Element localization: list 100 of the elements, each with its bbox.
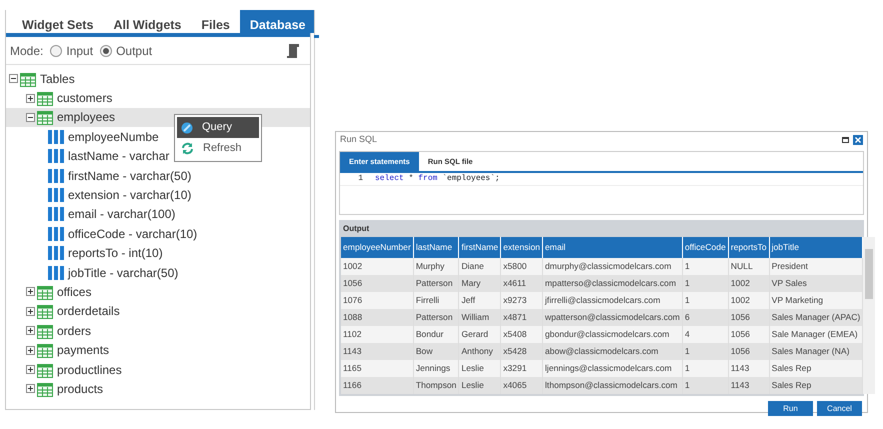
collapse-icon[interactable] [9, 74, 18, 84]
table-cell: Bondur [413, 326, 459, 344]
expand-icon[interactable] [26, 306, 35, 316]
tree-item[interactable]: firstName - varchar(50) [6, 166, 192, 186]
column-header[interactable]: firstName [458, 237, 501, 258]
dialog-title: Run SQL [340, 133, 378, 146]
table-cell: jfirrelli@classicmodelcars.com [542, 292, 682, 310]
panel-tab[interactable]: Database [240, 10, 316, 33]
menu-item[interactable]: Query [177, 117, 259, 138]
column-header[interactable]: extension [500, 237, 543, 258]
table-cell: Patterson [413, 309, 459, 326]
table-cell: Mary [458, 275, 501, 292]
line-number: 1 [357, 173, 364, 186]
tree-item[interactable]: customers [6, 88, 112, 108]
column-icon [48, 128, 64, 145]
code-line: select * from `employees`; [375, 173, 500, 186]
table-cell: Sales Rep [769, 377, 863, 394]
column-header[interactable]: employeeNumber [341, 237, 414, 258]
column-header[interactable]: reportsTo [728, 237, 770, 258]
radio-label: Output [116, 42, 152, 60]
table-cell: Anthony [458, 343, 501, 360]
scrollbar[interactable] [863, 237, 876, 394]
dialog-button[interactable]: Cancel [817, 401, 862, 416]
panel-tab[interactable]: All Widgets [103, 10, 192, 33]
tree-item[interactable]: orders [6, 321, 92, 340]
table-cell: 1088 [341, 309, 414, 326]
column-header[interactable]: jobTitle [769, 237, 863, 258]
tree-item[interactable]: Tables [6, 69, 75, 88]
expand-icon[interactable] [26, 326, 35, 336]
panel-tab[interactable]: Files [191, 10, 240, 33]
expand-icon[interactable] [26, 384, 35, 394]
table-cell: x5428 [500, 343, 543, 360]
table-cell: Diane [458, 258, 501, 276]
table-icon [37, 342, 53, 358]
column-header[interactable]: lastName [413, 237, 459, 258]
table-cell: abow@classicmodelcars.com [542, 343, 682, 360]
tree-item[interactable]: offices [6, 282, 92, 302]
mode-label: Mode: [10, 42, 44, 60]
radio-button[interactable] [100, 44, 112, 56]
table-cell: x4611 [500, 275, 543, 292]
menu-item[interactable]: Refresh [177, 138, 259, 159]
radio-button[interactable] [50, 44, 62, 56]
refresh-icon [181, 142, 194, 155]
table-cell: Sales Rep [769, 360, 863, 378]
tree-item[interactable]: extension - varchar(10) [6, 185, 192, 205]
table-cell: 1 [682, 258, 728, 276]
table-cell: mpatterso@classicmodelcars.com [542, 275, 682, 292]
column-icon [48, 226, 64, 242]
tree-item[interactable]: reportsTo - int(10) [6, 244, 163, 263]
table-cell: 1166 [341, 377, 414, 394]
expand-icon[interactable] [26, 287, 35, 296]
column-header[interactable]: email [542, 237, 682, 258]
table-icon [37, 362, 53, 378]
table-cell: Gerard [458, 326, 501, 344]
column-header[interactable]: officeCode [682, 237, 728, 258]
table-cell: dmurphy@classicmodelcars.com [542, 258, 682, 276]
table-cell: William [458, 309, 501, 326]
table-cell: Leslie [458, 377, 501, 394]
tree-item[interactable]: lastName - varchar [6, 146, 170, 166]
tree-item[interactable]: officeCode - varchar(10) [6, 224, 198, 244]
table-cell: 6 [682, 309, 728, 326]
table-cell: Firrelli [413, 292, 459, 310]
panel-tab[interactable]: Widget Sets [12, 10, 104, 33]
expand-icon[interactable] [26, 365, 35, 374]
table-cell: x3291 [500, 360, 543, 378]
tree-item[interactable]: employeeNumbe [6, 127, 159, 147]
tree-item[interactable]: orderdetails [6, 302, 120, 322]
output-label: Output [342, 222, 370, 235]
expand-icon[interactable] [26, 94, 35, 103]
tree-item[interactable]: jobTitle - varchar(50) [6, 262, 178, 282]
table-cell: 1076 [341, 292, 414, 310]
table-cell: 1 [682, 343, 728, 360]
table-cell: 1002 [728, 292, 770, 310]
table-icon [37, 303, 53, 320]
table-cell: wpatterson@classicmodelcars.com [542, 309, 682, 326]
column-icon [48, 245, 64, 262]
expand-icon[interactable] [26, 346, 35, 355]
table-cell: Leslie [458, 360, 501, 378]
table-cell: 1143 [728, 360, 770, 378]
table-cell: 1143 [341, 343, 414, 360]
dialog-button[interactable]: Run [768, 401, 813, 416]
code-editor[interactable]: 1 select * from `employees`; [340, 173, 863, 214]
table-cell: VP Sales [769, 275, 863, 292]
table-cell: x4065 [500, 377, 543, 394]
close-icon[interactable] [853, 135, 863, 145]
tree-item[interactable]: payments [6, 340, 110, 360]
tree-item[interactable]: email - varchar(100) [6, 204, 176, 224]
tree-item[interactable]: products [6, 379, 104, 399]
table-cell: 1056 [728, 326, 770, 344]
table-cell: 1056 [728, 343, 770, 360]
table-cell: Jeff [458, 292, 501, 310]
table-cell: Sales Manager (NA) [769, 343, 863, 360]
column-icon [48, 206, 64, 222]
table-cell: 1 [682, 292, 728, 310]
tree-item[interactable]: productlines [6, 360, 122, 380]
maximize-icon[interactable] [842, 137, 849, 143]
table-cell: x5408 [500, 326, 543, 344]
script-icon [286, 42, 300, 58]
collapse-icon[interactable] [26, 112, 35, 122]
table-cell: NULL [728, 258, 770, 276]
